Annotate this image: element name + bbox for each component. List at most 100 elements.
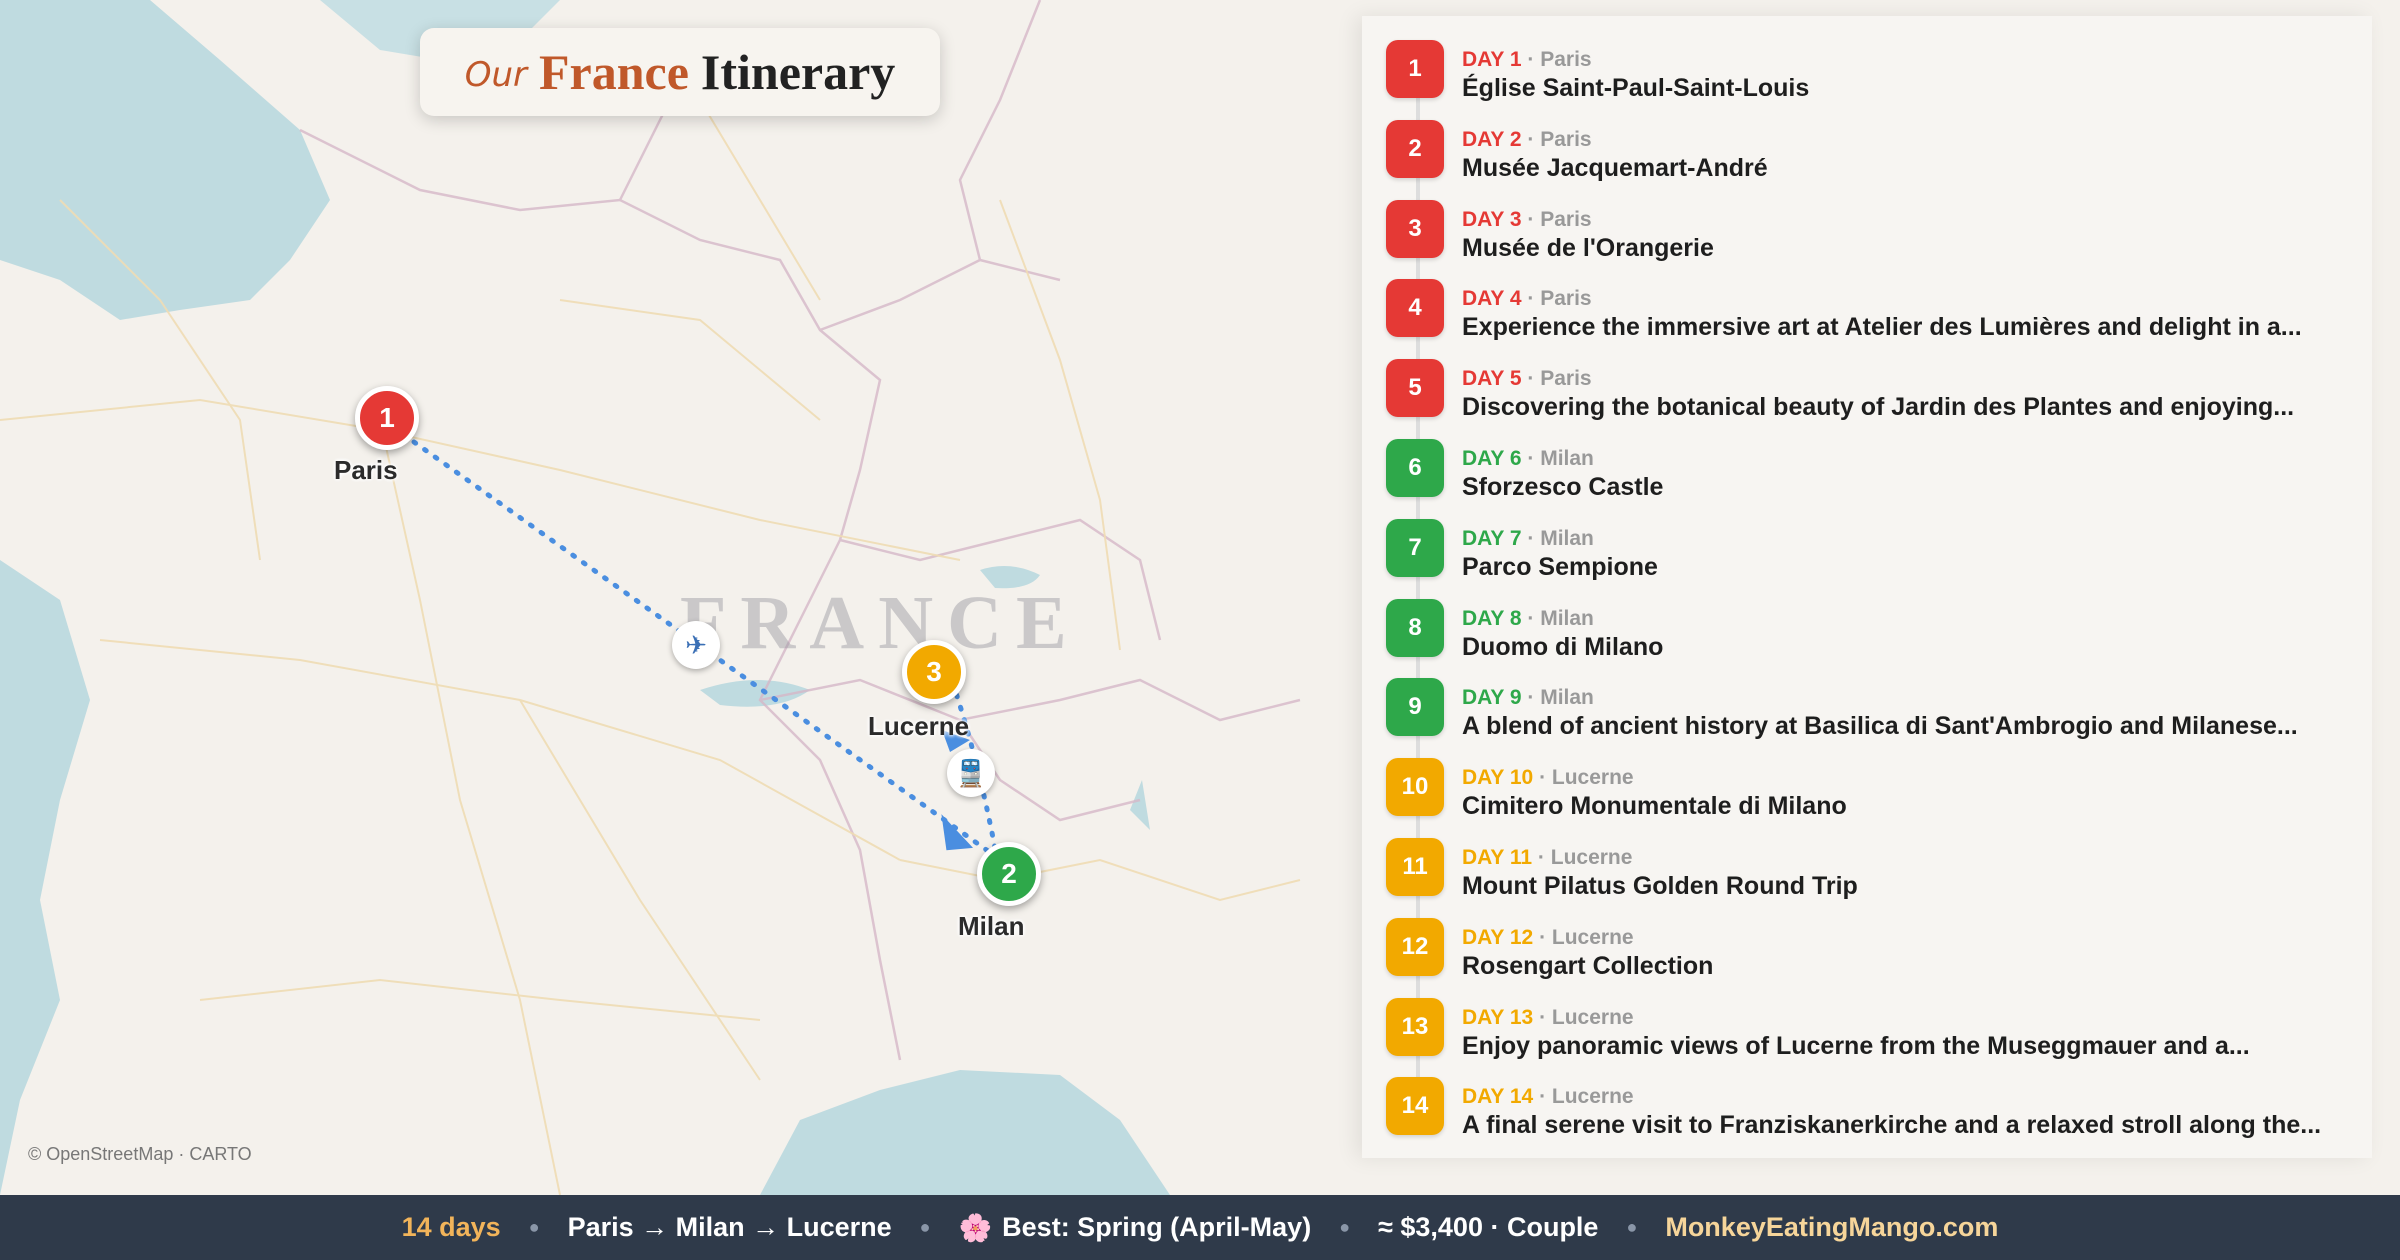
day-city: Lucerne — [1550, 846, 1633, 869]
day-number-badge: 2 — [1386, 119, 1444, 178]
day-title: Musée de l'Orangerie — [1462, 233, 1714, 262]
day-number-badge: 8 — [1386, 598, 1444, 657]
day-label: DAY 2 — [1462, 127, 1522, 151]
itinerary-item[interactable]: 5 DAY 5 · Paris Discovering the botanical … — [1362, 345, 2372, 425]
footer-separator: ● — [1626, 1217, 1638, 1237]
itinerary-item[interactable]: 11 DAY 11 · Lucerne Mount Pilatus Golden R… — [1362, 824, 2372, 904]
title-suffix: Itinerary — [700, 44, 896, 100]
day-meta: DAY 9 · Milan — [1462, 686, 1594, 710]
day-title: Cimitero Monumentale di Milano — [1462, 792, 1847, 821]
day-number-badge: 5 — [1386, 359, 1444, 418]
meta-separator: · — [1533, 1085, 1552, 1109]
country-label: FRANCE — [680, 581, 1081, 665]
day-city: Milan — [1540, 526, 1594, 550]
day-number-badge: 10 — [1386, 758, 1444, 817]
train-icon: 🚆 — [947, 749, 995, 797]
day-city: Paris — [1540, 127, 1592, 151]
day-meta: DAY 5 · Paris — [1462, 367, 1592, 391]
day-city: Milan — [1540, 686, 1594, 710]
day-meta: DAY 3 · Paris — [1462, 208, 1592, 232]
day-number-badge: 11 — [1386, 838, 1444, 896]
meta-separator: · — [1533, 766, 1552, 790]
arrow-head-milan — [941, 814, 974, 851]
day-city: Milan — [1540, 606, 1594, 630]
city-marker-lucerne[interactable]: 3 — [902, 640, 966, 704]
meta-separator: · — [1521, 526, 1541, 550]
day-city: Milan — [1540, 447, 1594, 470]
day-number-badge: 1 — [1386, 40, 1444, 98]
itinerary-item[interactable]: 8 DAY 8 · Milan Duomo di Milano — [1362, 585, 2372, 665]
title-country: France — [538, 44, 689, 100]
itinerary-item[interactable]: 1 DAY 1 · Paris Église Saint-Paul-Saint-Lo… — [1362, 26, 2372, 106]
meta-separator: · — [1521, 287, 1541, 311]
day-label: DAY 6 — [1462, 447, 1522, 470]
footer-season: Best: Spring (April-May) — [1002, 1212, 1312, 1242]
footer-separator: ● — [919, 1217, 931, 1237]
footer-bar: 14 days ● Paris → Milan → Lucerne ● 🌸 Be… — [0, 1195, 2400, 1260]
meta-separator: · — [1521, 686, 1541, 710]
city-marker-paris[interactable]: 1 — [355, 386, 419, 450]
footer-site-link[interactable]: MonkeyEatingMango.com — [1665, 1212, 1998, 1243]
itinerary-item[interactable]: 4 DAY 4 · Paris Experience the immersive a… — [1362, 265, 2372, 345]
day-meta: DAY 14 · Lucerne — [1462, 1085, 1634, 1109]
itinerary-item[interactable]: 10 DAY 10 · Lucerne Cimitero Monumentale d… — [1362, 744, 2372, 824]
meta-separator: · — [1521, 48, 1541, 71]
day-title: Experience the immersive art at Atelier … — [1462, 313, 2302, 342]
day-number-badge: 13 — [1386, 997, 1444, 1056]
day-title: Rosengart Collection — [1462, 951, 1714, 980]
day-number-badge: 14 — [1386, 1077, 1444, 1136]
day-title: Enjoy panoramic views of Lucerne from th… — [1462, 1031, 2250, 1060]
city-marker-milan[interactable]: 2 — [977, 842, 1041, 906]
day-title: Mount Pilatus Golden Round Trip — [1462, 872, 1858, 900]
day-label: DAY 3 — [1462, 207, 1522, 231]
day-meta: DAY 7 · Milan — [1462, 527, 1594, 551]
itinerary-item[interactable]: 9 DAY 9 · Milan A blend of ancient history… — [1362, 664, 2372, 744]
day-title: Église Saint-Paul-Saint-Louis — [1462, 74, 1810, 102]
plane-icon: ✈ — [672, 621, 720, 669]
day-number-badge: 3 — [1386, 199, 1444, 258]
day-label: DAY 7 — [1462, 526, 1522, 550]
meta-separator: · — [1533, 925, 1552, 949]
flower-icon: 🌸 — [958, 1212, 993, 1243]
day-meta: DAY 12 · Lucerne — [1462, 926, 1634, 950]
itinerary-item[interactable]: 7 DAY 7 · Milan Parco Sempione — [1362, 505, 2372, 585]
itinerary-item[interactable]: 14 DAY 14 · Lucerne A final serene visit t… — [1362, 1063, 2372, 1143]
day-meta: DAY 10 · Lucerne — [1462, 766, 1634, 790]
footer-days: 14 days — [401, 1212, 501, 1242]
day-title: Musée Jacquemart-André — [1462, 153, 1768, 182]
day-number-badge: 12 — [1386, 917, 1444, 976]
day-number-badge: 4 — [1386, 279, 1444, 338]
day-city: Paris — [1540, 48, 1592, 71]
day-meta: DAY 2 · Paris — [1462, 128, 1592, 152]
day-title: Duomo di Milano — [1462, 632, 1664, 661]
meta-separator: · — [1521, 606, 1541, 630]
meta-separator: · — [1521, 127, 1541, 151]
itinerary-item[interactable]: 12 DAY 12 · Lucerne Rosengart Collection — [1362, 904, 2372, 984]
day-city: Paris — [1540, 287, 1592, 311]
day-meta: DAY 1 · Paris — [1462, 48, 1592, 72]
day-label: DAY 10 — [1462, 766, 1534, 790]
city-label-lucerne: Lucerne — [868, 711, 970, 741]
day-city: Paris — [1540, 207, 1592, 231]
itinerary-item[interactable]: 6 DAY 6 · Milan Sforzesco Castle — [1362, 425, 2372, 505]
day-city: Lucerne — [1551, 1005, 1634, 1029]
itinerary-item[interactable]: 2 DAY 2 · Paris Musée Jacquemart-André — [1362, 106, 2372, 186]
day-number-badge: 6 — [1386, 439, 1444, 497]
day-label: DAY 1 — [1462, 48, 1522, 71]
day-meta: DAY 8 · Milan — [1462, 607, 1594, 631]
city-label-milan: Milan — [958, 911, 1025, 941]
meta-separator: · — [1532, 846, 1551, 869]
day-title: A final serene visit to Franziskanerkirc… — [1462, 1111, 2322, 1140]
itinerary-item[interactable]: 3 DAY 3 · Paris Musée de l'Orangerie — [1362, 186, 2372, 266]
day-meta: DAY 11 · Lucerne — [1462, 846, 1632, 870]
footer-route: Paris → Milan → Lucerne — [567, 1212, 892, 1242]
day-title: Sforzesco Castle — [1462, 473, 1664, 501]
day-label: DAY 9 — [1462, 686, 1522, 710]
day-city: Lucerne — [1551, 1085, 1634, 1109]
day-number-badge: 7 — [1386, 518, 1444, 577]
day-city: Lucerne — [1551, 925, 1634, 949]
itinerary-item[interactable]: 13 DAY 13 · Lucerne Enjoy panoramic views … — [1362, 984, 2372, 1064]
day-label: DAY 4 — [1462, 287, 1522, 311]
day-label: DAY 11 — [1462, 846, 1533, 869]
map-attribution[interactable]: © OpenStreetMap · CARTO — [28, 1144, 252, 1165]
